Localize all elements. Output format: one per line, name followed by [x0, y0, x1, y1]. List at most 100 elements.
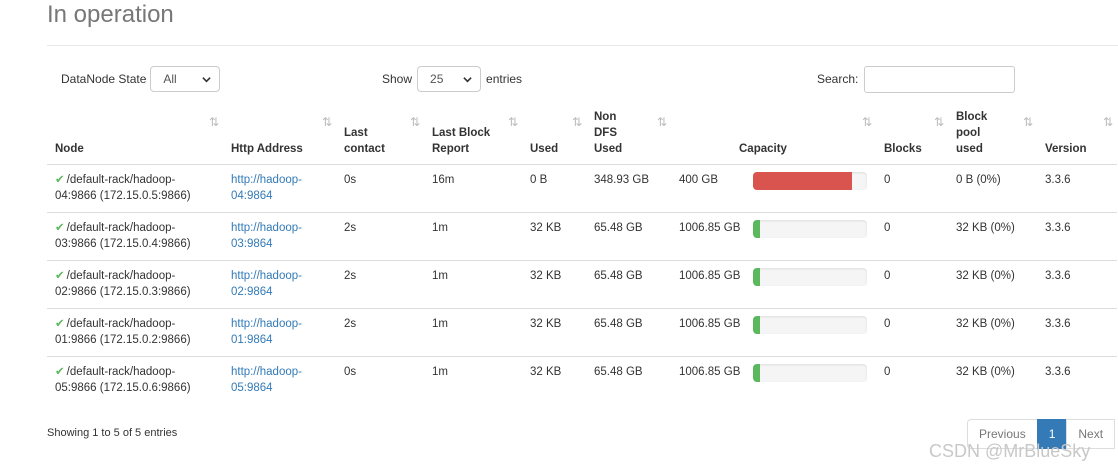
capacity-value: 400 GB	[679, 173, 718, 186]
column-header-label: Http Address	[231, 142, 303, 155]
sort-icon: ⇅	[656, 115, 667, 129]
column-header-non-dfs[interactable]: Non DFS Used ⇅	[586, 108, 671, 165]
capacity-bar	[753, 315, 867, 334]
column-header-blocks[interactable]: Blocks ⇅	[876, 108, 948, 165]
capacity-bar	[753, 267, 867, 286]
datanode-state-filter: DataNode State All	[61, 65, 221, 93]
column-header-block-report[interactable]: Last Block Report ⇅	[424, 108, 522, 165]
node-name: /default-rack/hadoop-01:9866 (172.15.0.2…	[55, 317, 191, 346]
last-contact-cell: 2s	[336, 212, 424, 261]
last-block-report-cell: 16m	[424, 164, 522, 213]
capacity-cell: 1006.85 GB	[671, 212, 876, 261]
non-dfs-used-cell: 65.48 GB	[594, 365, 643, 378]
column-header-http[interactable]: Http Address ⇅	[223, 108, 336, 165]
version-cell: 3.3.6	[1045, 365, 1071, 378]
version-cell: 3.3.6	[1037, 308, 1117, 357]
sort-icon: ⇅	[861, 115, 872, 129]
capacity-bar	[753, 219, 867, 238]
http-address-link[interactable]: http://hadoop-03:9864	[231, 222, 302, 250]
http-cell: http://hadoop-01:9864	[223, 308, 336, 357]
blocks-cell: 0	[876, 260, 948, 309]
capacity-bar	[753, 171, 867, 190]
node-cell: ✔/default-rack/hadoop-02:9866 (172.15.0.…	[47, 260, 223, 309]
node-cell: ✔/default-rack/hadoop-04:9866 (172.15.0.…	[47, 164, 223, 213]
table-row: ✔/default-rack/hadoop-05:9866 (172.15.0.…	[47, 356, 1117, 404]
sort-icon: ⇅	[507, 115, 518, 129]
capacity-bar-fill	[753, 171, 853, 190]
watermark: CSDN @MrBlueSky	[929, 441, 1091, 461]
http-address-link[interactable]: http://hadoop-04:9864	[231, 174, 302, 202]
used-cell: 0 B	[522, 164, 586, 213]
column-header-contact[interactable]: Last contact ⇅	[336, 108, 424, 165]
page-title: In operation	[47, 1, 174, 28]
http-address-link[interactable]: http://hadoop-02:9864	[231, 270, 302, 298]
check-icon: ✔	[55, 365, 65, 378]
page-length-select[interactable]: 25	[417, 66, 482, 92]
table-row: ✔/default-rack/hadoop-03:9866 (172.15.0.…	[47, 212, 1117, 261]
page-length-value: 25	[430, 72, 444, 86]
capacity-value: 1006.85 GB	[679, 317, 741, 330]
blocks-cell: 0	[876, 212, 948, 261]
http-cell: http://hadoop-04:9864	[223, 164, 336, 213]
page-length-control: Show 25 entries	[382, 65, 522, 93]
capacity-cell: 1006.85 GB	[671, 308, 876, 357]
search-control: Search:	[817, 65, 1016, 93]
non-dfs-used-cell: 348.93 GB	[586, 164, 671, 213]
capacity-cell: 400 GB	[671, 164, 876, 213]
used-cell: 32 KB	[530, 365, 562, 378]
http-address-link[interactable]: http://hadoop-01:9864	[231, 318, 302, 346]
title-divider	[47, 45, 1118, 46]
datanode-state-select[interactable]: All	[150, 66, 221, 92]
non-dfs-used-cell: 65.48 GB	[586, 308, 671, 357]
table-controls: DataNode State All Show 25 entries Searc…	[0, 65, 1118, 95]
capacity-cell: 1006.85 GB	[671, 260, 876, 309]
capacity-bar	[753, 363, 867, 382]
capacity-value: 1006.85 GB	[679, 221, 741, 234]
block-pool-used-cell: 32 KB (0%)	[948, 308, 1037, 357]
blocks-cell: 0	[884, 365, 891, 378]
version-cell: 3.3.6	[1037, 260, 1117, 309]
chevron-down-icon	[463, 76, 472, 82]
http-address-link[interactable]: http://hadoop-05:9864	[231, 366, 302, 394]
version-cell: 3.3.6	[1037, 164, 1117, 213]
column-header-label: Non DFS Used	[594, 110, 623, 155]
check-icon: ✔	[55, 269, 65, 282]
column-header-node[interactable]: Node ⇅	[47, 108, 223, 165]
used-cell: 32 KB	[522, 212, 586, 261]
column-header-label: Node	[55, 142, 84, 155]
node-name: /default-rack/hadoop-02:9866 (172.15.0.3…	[55, 269, 191, 298]
used-cell: 32 KB	[522, 260, 586, 309]
node-cell: ✔/default-rack/hadoop-05:9866 (172.15.0.…	[47, 356, 223, 404]
check-icon: ✔	[55, 173, 65, 186]
last-contact-cell: 2s	[336, 260, 424, 309]
table-header-row: Node ⇅ Http Address ⇅ Last contact ⇅ Last B…	[47, 108, 1117, 165]
column-header-label: Last Block Report	[432, 126, 491, 155]
column-header-used[interactable]: Used ⇅	[522, 108, 586, 165]
http-cell: http://hadoop-02:9864	[223, 260, 336, 309]
column-header-version[interactable]: Version ⇅	[1037, 108, 1117, 165]
capacity-bar-fill	[753, 363, 761, 382]
search-input[interactable]	[864, 65, 1016, 93]
chevron-down-icon	[202, 76, 212, 82]
last-block-report-cell: 1m	[424, 308, 522, 357]
node-name: /default-rack/hadoop-04:9866 (172.15.0.5…	[55, 173, 191, 202]
column-header-pool[interactable]: Block pool used ⇅	[948, 108, 1037, 165]
blocks-cell: 0	[876, 308, 948, 357]
http-cell: http://hadoop-05:9864	[223, 356, 336, 404]
check-icon: ✔	[55, 221, 65, 234]
block-pool-used-cell: 32 KB (0%)	[948, 212, 1037, 261]
column-header-label: Version	[1045, 142, 1087, 155]
used-cell: 32 KB	[522, 308, 586, 357]
sort-icon: ⇅	[321, 115, 332, 129]
column-header-label: Block pool used	[956, 110, 988, 155]
last-block-report-cell: 1m	[424, 212, 522, 261]
version-cell: 3.3.6	[1037, 212, 1117, 261]
node-name: /default-rack/hadoop-03:9866 (172.15.0.4…	[55, 221, 191, 250]
node-cell: ✔/default-rack/hadoop-01:9866 (172.15.0.…	[47, 308, 223, 357]
column-header-capacity[interactable]: Capacity ⇅	[671, 108, 876, 165]
column-header-label: Blocks	[884, 142, 922, 155]
capacity-bar-fill	[753, 219, 761, 238]
http-cell: http://hadoop-03:9864	[223, 212, 336, 261]
capacity-bar-fill	[753, 267, 761, 286]
block-pool-used-cell: 32 KB (0%)	[948, 260, 1037, 309]
